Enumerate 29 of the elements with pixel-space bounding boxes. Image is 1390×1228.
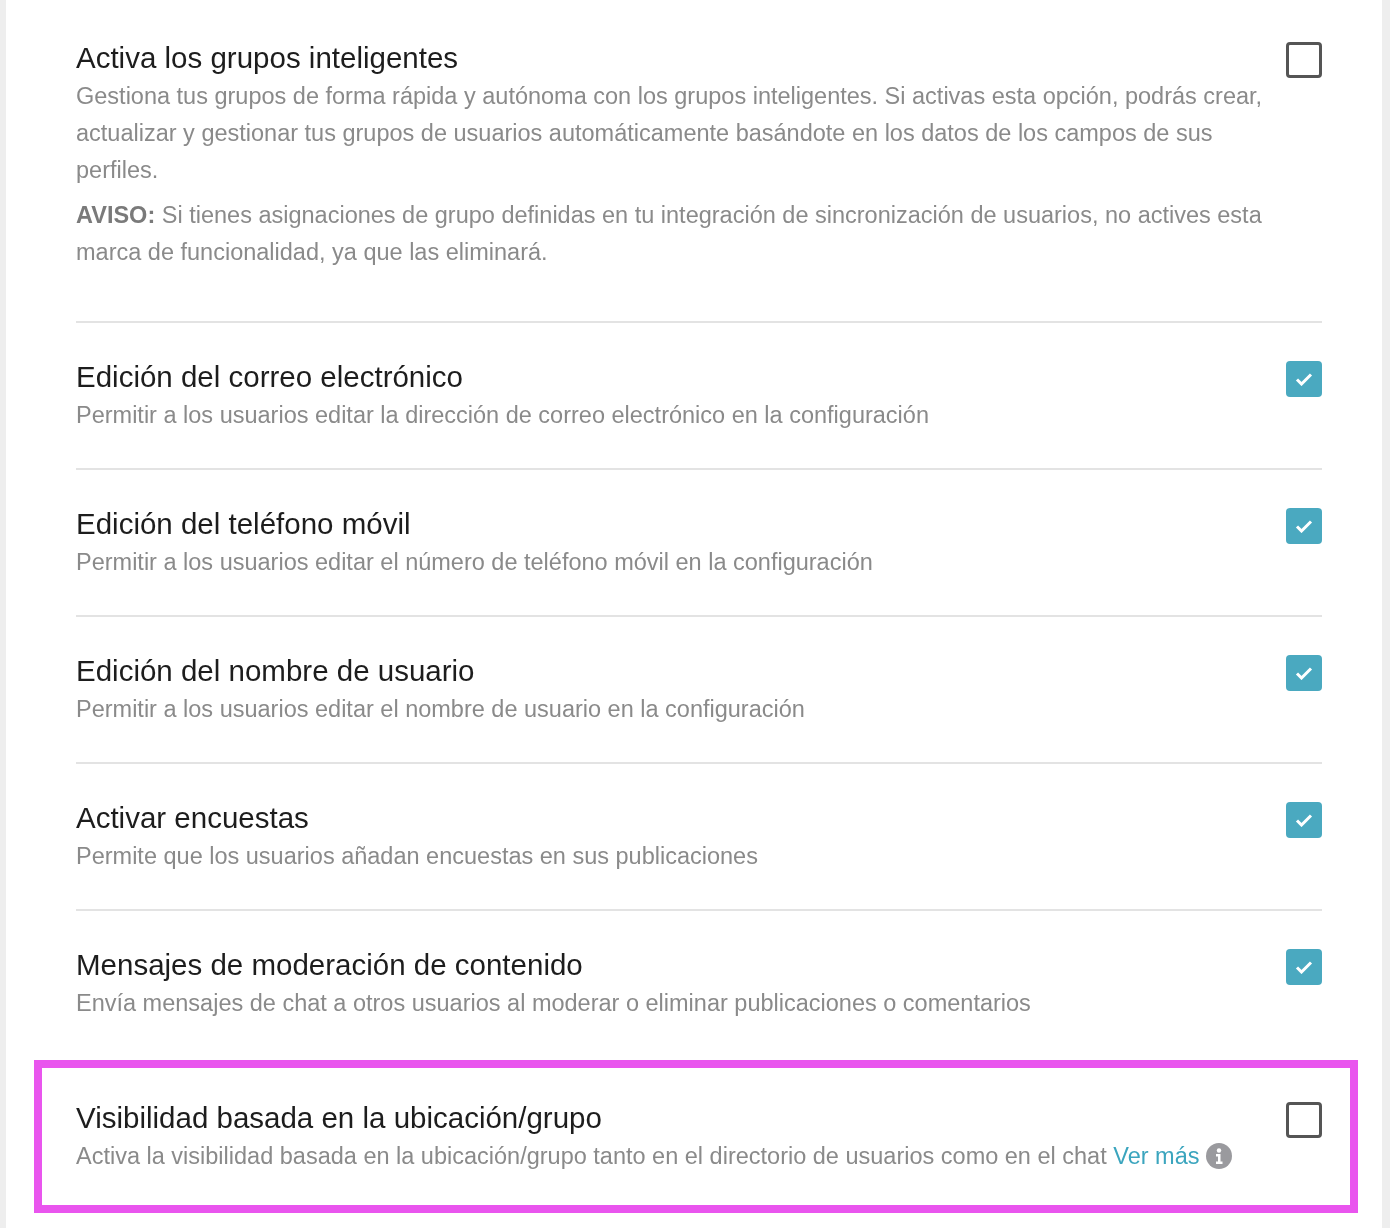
setting-title: Mensajes de moderación de contenido xyxy=(76,947,584,983)
checkbox[interactable] xyxy=(1286,508,1322,544)
check-icon xyxy=(1295,372,1313,386)
setting-description: Permitir a los usuarios editar el número de teléfono móvil en la configuración xyxy=(76,549,873,575)
setting-title: Edición del teléfono móvil xyxy=(76,506,412,542)
check-icon xyxy=(1295,960,1313,974)
checkbox[interactable] xyxy=(1286,949,1322,985)
setting-description: Activa la visibilidad basada en la ubicación/grupo tanto en el directorio de usuarios como en el chat xyxy=(76,1143,1107,1169)
setting-description: Gestiona tus grupos de forma rápida y autónoma con los grupos inteligentes. Si activas esta opción, podrás crear, actualizar y gestionar tus grupos de usuarios automáticamente basándote en los datos de los campos de sus perfiles. xyxy=(76,83,1263,183)
checkbox[interactable] xyxy=(1286,361,1322,397)
check-icon xyxy=(1295,813,1313,827)
check-icon xyxy=(1295,519,1313,533)
checkbox[interactable] xyxy=(1286,655,1322,691)
setting-title: Edición del correo electrónico xyxy=(76,359,464,395)
check-icon xyxy=(1295,666,1313,680)
checkbox[interactable] xyxy=(1286,802,1322,838)
setting-description: Permitir a los usuarios editar la dirección de correo electrónico en la configuración xyxy=(76,402,929,428)
setting-title: Edición del nombre de usuario xyxy=(76,653,476,689)
see-more-link[interactable]: Ver más xyxy=(1113,1143,1200,1169)
setting-title: Activa los grupos inteligentes xyxy=(76,40,460,76)
setting-title: Activar encuestas xyxy=(76,800,310,836)
setting-description: Envía mensajes de chat a otros usuarios al moderar o eliminar publicaciones o comentarios xyxy=(76,990,1031,1016)
warning-note: AVISO: Si tienes asignaciones de grupo definidas en tu integración de sincronización de usuarios, no actives esta marca de funcionalidad, ya que las eliminará. xyxy=(76,201,1263,267)
info-icon[interactable] xyxy=(1206,1143,1232,1169)
checkbox[interactable] xyxy=(1286,1102,1322,1138)
setting-description: Permitir a los usuarios editar el nombre de usuario en la configuración xyxy=(76,696,805,722)
setting-title: Visibilidad basada en la ubicación/grupo xyxy=(76,1100,603,1136)
checkbox[interactable] xyxy=(1286,42,1322,78)
setting-description: Permite que los usuarios añadan encuestas en sus publicaciones xyxy=(76,843,758,869)
